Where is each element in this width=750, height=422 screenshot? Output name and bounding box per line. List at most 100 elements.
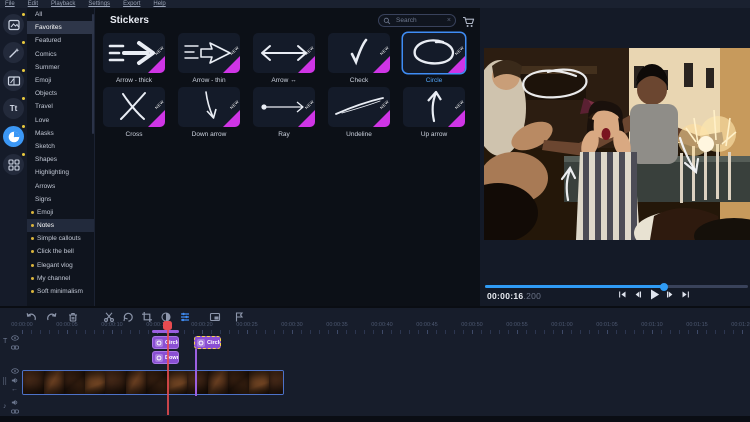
sidebar-item-elegant-vlog[interactable]: Elegant vlog — [27, 259, 94, 272]
sticker-clip-icon — [155, 339, 163, 347]
video-track-handle-icon[interactable]: ⣿ — [2, 378, 7, 385]
store-cart-icon[interactable] — [462, 15, 475, 27]
premium-badge: NEW — [148, 110, 165, 127]
sidebar-item-comics[interactable]: Comics — [27, 48, 94, 61]
sidebar-item-label: My channel — [37, 275, 70, 282]
sidebar-item-label: Love — [35, 117, 49, 124]
sidebar-item-signs[interactable]: Signs — [27, 193, 94, 206]
menu-export[interactable]: Export — [123, 1, 140, 7]
sidebar-item-featured[interactable]: Featured — [27, 34, 94, 47]
sticker-tile-down-arrow[interactable]: NEW — [178, 87, 240, 127]
overlay-track-link-icon[interactable] — [11, 345, 19, 352]
step-back-icon — [633, 289, 642, 300]
sticker-label: Arrow ↔ — [247, 77, 321, 84]
rail-tool-titles[interactable]: Tt — [3, 98, 24, 119]
sidebar-item-emoji[interactable]: Emoji — [27, 74, 94, 87]
sidebar-item-my-channel[interactable]: My channel — [27, 272, 94, 285]
rail-tool-stickers[interactable] — [3, 126, 24, 147]
playback-step-back[interactable] — [633, 287, 642, 305]
sidebar-item-click-the-bell[interactable]: Click the bell — [27, 245, 94, 258]
sticker-tile-arrow-both[interactable]: NEW — [253, 33, 315, 73]
premium-badge: NEW — [448, 56, 465, 73]
rail-tool-more[interactable] — [3, 154, 24, 175]
sidebar-item-notes[interactable]: Notes — [27, 219, 94, 232]
sidebar-item-arrows[interactable]: Arrows — [27, 179, 94, 192]
sidebar-item-label: Summer — [35, 64, 60, 71]
sidebar-item-label: All — [35, 11, 42, 18]
video-track-visibility-icon[interactable] — [11, 368, 19, 376]
preview-pane: 00:00:16.200 — [480, 8, 750, 306]
sidebar-item-shapes[interactable]: Shapes — [27, 153, 94, 166]
sidebar-item-objects[interactable]: Objects — [27, 87, 94, 100]
bullet-dot — [31, 277, 34, 280]
ruler-label: 00:00:25 — [230, 322, 264, 328]
video-frame — [484, 48, 750, 240]
rail-tool-media[interactable] — [3, 14, 24, 35]
sticker-clip-circle[interactable]: Circle — [152, 336, 179, 349]
sidebar-item-label: Emoji — [35, 77, 51, 84]
step-fwd-icon — [666, 289, 675, 300]
sidebar-item-favorites[interactable]: Favorites — [27, 21, 94, 34]
playback-step-fwd[interactable] — [666, 287, 675, 305]
video-track-arrow-icon[interactable]: ← — [11, 386, 18, 393]
panel-title: Stickers — [110, 15, 149, 26]
filmstrip-frame — [228, 371, 249, 394]
playback-play[interactable] — [648, 287, 660, 306]
ruler-label: 00:01:20 — [725, 322, 750, 328]
sticker-label: Down arrow — [172, 131, 246, 138]
sticker-clip-down-arrow[interactable]: Down arrow — [152, 351, 179, 364]
menu-help[interactable]: Help — [153, 1, 165, 7]
search-input[interactable] — [394, 16, 444, 25]
sidebar-item-love[interactable]: Love — [27, 114, 94, 127]
video-track-mute-icon[interactable] — [11, 377, 18, 386]
audio-track-link-icon[interactable] — [11, 409, 19, 416]
sticker-label: Check — [322, 77, 396, 84]
sidebar-item-label: Soft minimalism — [37, 288, 83, 295]
sticker-tile-arrow-thick[interactable]: NEW — [103, 33, 165, 73]
stickers-panel: Stickers × NEWArrow - thickNEWArrow - th… — [95, 8, 480, 306]
timecode: 00:00:16.200 — [487, 291, 541, 301]
sticker-tile-check[interactable]: NEW — [328, 33, 390, 73]
overlay-track-visibility-icon[interactable] — [11, 335, 19, 343]
sticker-tile-arrow-thin[interactable]: NEW — [178, 33, 240, 73]
menu-playback[interactable]: Playback — [51, 1, 75, 7]
sticker-tile-circle[interactable]: NEW — [403, 33, 465, 73]
playback-to-start[interactable] — [618, 287, 627, 305]
sidebar-item-masks[interactable]: Masks — [27, 127, 94, 140]
filmstrip-frame — [187, 371, 208, 394]
audio-track-mute-icon[interactable] — [11, 399, 18, 408]
playback-to-end[interactable] — [681, 287, 690, 305]
rail-tool-filters[interactable] — [3, 42, 24, 63]
clear-search-icon[interactable]: × — [447, 17, 451, 24]
new-content-dot — [22, 125, 25, 128]
sidebar-item-summer[interactable]: Summer — [27, 61, 94, 74]
sidebar-item-all[interactable]: All — [27, 8, 94, 21]
seek-bar[interactable] — [485, 285, 748, 288]
sticker-tile-up-arrow[interactable]: NEW — [403, 87, 465, 127]
filmstrip-frame — [64, 371, 85, 394]
sidebar-item-label: Favorites — [35, 24, 62, 31]
menu-file[interactable]: File — [5, 1, 15, 7]
sidebar-item-highlighting[interactable]: Highlighting — [27, 166, 94, 179]
sidebar-item-simple-callouts[interactable]: Simple callouts — [27, 232, 94, 245]
video-clip-filmstrip[interactable] — [22, 370, 284, 395]
sticker-tile-ray[interactable]: NEW — [253, 87, 315, 127]
search-box[interactable]: × — [378, 14, 456, 27]
sidebar-item-soft-minimalism[interactable]: Soft minimalism — [27, 285, 94, 298]
sticker-tile-underline[interactable]: NEW — [328, 87, 390, 127]
ruler-label: 00:00:40 — [365, 322, 399, 328]
sticker-clip-circle[interactable]: Circle — [194, 336, 221, 349]
sidebar-item-emoji[interactable]: Emoji — [27, 206, 94, 219]
menu-settings[interactable]: Settings — [88, 1, 110, 7]
sidebar-item-label: Emoji — [37, 209, 53, 216]
audio-track-icon[interactable]: ♪ — [3, 403, 7, 410]
time-ruler[interactable] — [22, 330, 750, 334]
overlay-track-icon[interactable]: T — [3, 338, 7, 345]
timecode-main: 00:00:16 — [487, 291, 523, 301]
sticker-tile-cross[interactable]: NEW — [103, 87, 165, 127]
search-icon — [383, 17, 391, 25]
menu-edit[interactable]: Edit — [28, 1, 38, 7]
sidebar-item-sketch[interactable]: Sketch — [27, 140, 94, 153]
sidebar-item-travel[interactable]: Travel — [27, 100, 94, 113]
rail-tool-transitions[interactable] — [3, 70, 24, 91]
